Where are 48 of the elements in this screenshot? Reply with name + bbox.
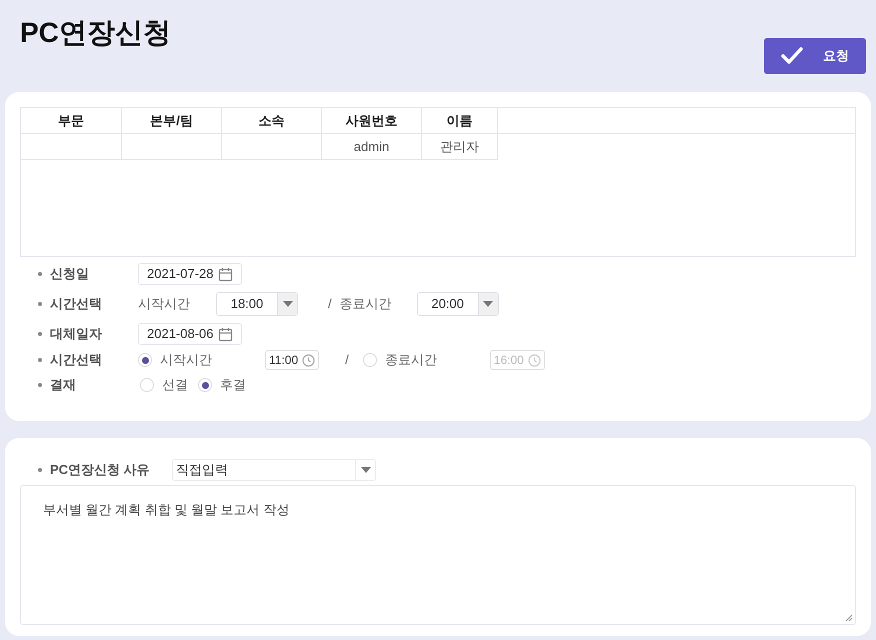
radio-button[interactable] bbox=[140, 378, 154, 392]
request-button[interactable]: 요청 bbox=[764, 38, 866, 74]
bullet-icon bbox=[38, 383, 42, 387]
caret-icon bbox=[360, 467, 370, 473]
bullet-icon bbox=[38, 468, 42, 472]
option-label: 시작시간 bbox=[160, 351, 212, 370]
clock-icon bbox=[302, 354, 316, 366]
column-header: 이름 bbox=[422, 108, 498, 133]
date-field[interactable]: 2021-08-06 bbox=[138, 323, 242, 345]
option-label: 종료시간 bbox=[384, 351, 437, 370]
field-label: PC연장신청 사유 bbox=[50, 461, 150, 480]
time-select[interactable]: 20:00 bbox=[416, 292, 499, 316]
field-label: 결재 bbox=[50, 376, 76, 394]
check-icon bbox=[781, 47, 803, 65]
radio-button[interactable] bbox=[138, 353, 152, 367]
column-header: 사원번호 bbox=[322, 108, 422, 133]
field-label: 신청일 bbox=[50, 265, 89, 284]
field-label: 시간선택 bbox=[50, 351, 102, 370]
reason-textarea[interactable]: 부서별 월간 계획 취합 및 월말 보고서 작성 bbox=[20, 485, 856, 625]
caret-icon bbox=[282, 301, 292, 307]
caret-icon bbox=[483, 301, 494, 307]
time-select[interactable]: 18:00 bbox=[216, 292, 298, 316]
option-label: 선결 bbox=[162, 376, 188, 394]
clock-icon bbox=[528, 354, 541, 366]
end-time-label: 종료시간 bbox=[340, 295, 393, 314]
date-field[interactable]: 2021-07-28 bbox=[138, 263, 242, 285]
calendar-icon bbox=[218, 326, 232, 342]
field-label: 대체일자 bbox=[50, 325, 102, 344]
bullet-icon bbox=[38, 272, 42, 276]
time-field[interactable]: 11:00 bbox=[265, 350, 320, 370]
radio-button[interactable] bbox=[198, 378, 212, 392]
bullet-icon bbox=[38, 302, 42, 306]
bullet-icon bbox=[38, 358, 42, 362]
table-cell: 관리자 bbox=[422, 134, 498, 160]
column-header: 본부/팀 bbox=[122, 108, 222, 133]
calendar-icon bbox=[218, 266, 232, 282]
reason-select[interactable]: 직접입력 bbox=[172, 459, 376, 481]
option-label: 후결 bbox=[220, 376, 246, 394]
separator: / bbox=[328, 295, 332, 314]
page-title: PC연장신청 bbox=[20, 16, 171, 50]
start-time-label: 시작시간 bbox=[138, 295, 191, 314]
separator: / bbox=[345, 351, 349, 370]
table-cell: admin bbox=[322, 134, 422, 160]
column-header: 부문 bbox=[21, 108, 122, 133]
column-header: 소속 bbox=[222, 108, 322, 133]
resize-handle-icon bbox=[845, 614, 853, 622]
field-label: 시간선택 bbox=[50, 295, 102, 314]
bullet-icon bbox=[38, 332, 42, 336]
